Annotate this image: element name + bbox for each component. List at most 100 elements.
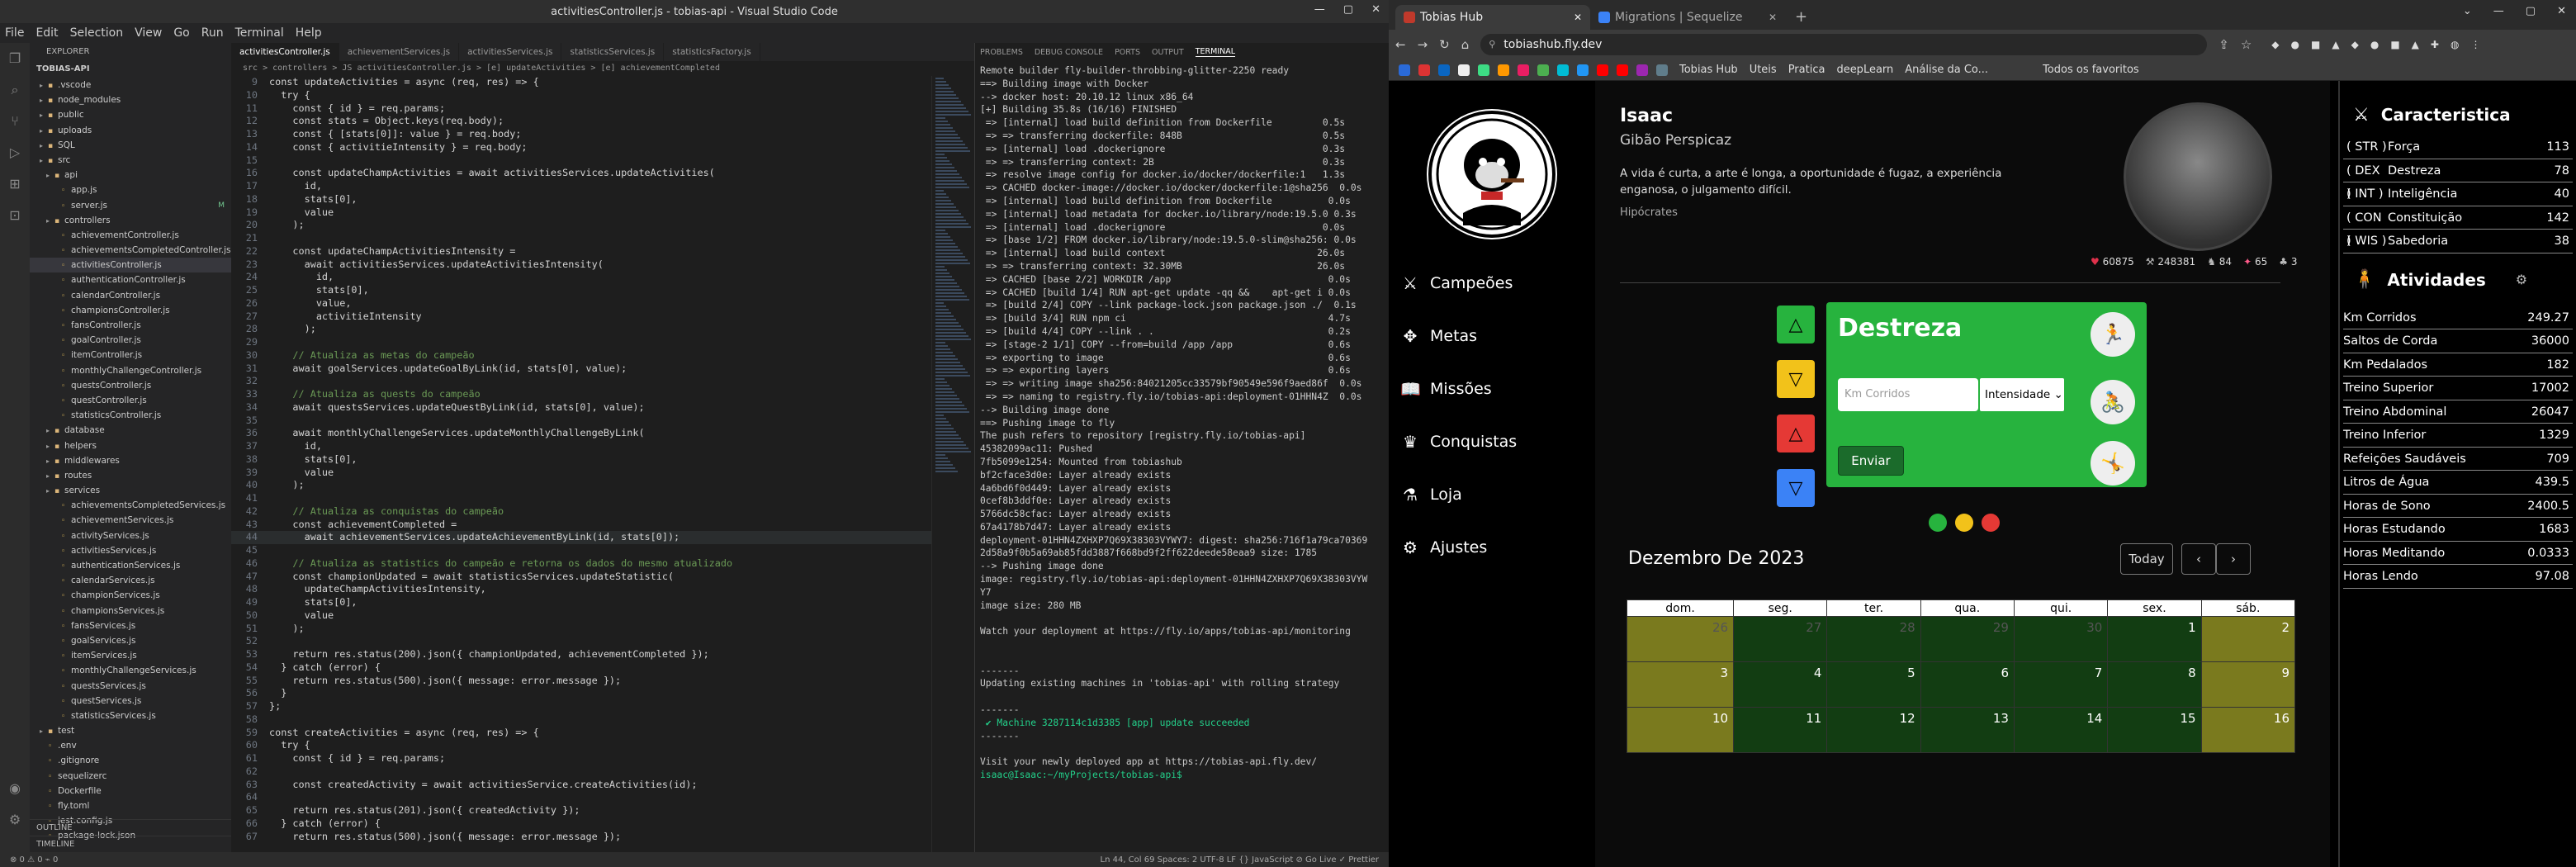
code-line[interactable]: 36 await monthlyChallengeServices.update… bbox=[231, 427, 974, 440]
menu-item-run[interactable]: Run bbox=[201, 26, 224, 40]
share-icon[interactable]: ⇪ bbox=[2218, 37, 2229, 52]
calendar-day[interactable]: 7 bbox=[2013, 661, 2109, 708]
extensions-icon[interactable]: ⊞ bbox=[0, 168, 30, 200]
bookmark-icon[interactable] bbox=[1399, 64, 1410, 76]
address-bar[interactable]: ⚲ tobiashub.fly.dev bbox=[1480, 34, 2208, 55]
close-icon[interactable]: ✕ bbox=[2557, 5, 2566, 17]
intensity-select[interactable]: Intensidade ⌄ bbox=[1980, 378, 2064, 411]
color-dot[interactable] bbox=[1982, 514, 2000, 532]
code-line[interactable]: 43 const achievementCompleted = bbox=[231, 519, 974, 532]
bookmark-icon[interactable] bbox=[1656, 64, 1668, 76]
tree-file[interactable]: ◦ fansController.js bbox=[30, 318, 231, 333]
tree-file[interactable]: ◦ activitiesController.js bbox=[30, 258, 231, 273]
attribute-button-3[interactable]: △ bbox=[1777, 415, 1815, 452]
tree-folder[interactable]: ▸ ▪ services bbox=[30, 483, 231, 498]
extension-icon[interactable]: ● bbox=[2291, 39, 2299, 50]
tree-folder[interactable]: ▸ ▪ api bbox=[30, 168, 231, 182]
code-line[interactable]: 31 await goalServices.updateGoalByLink(i… bbox=[231, 362, 974, 376]
panel-tab[interactable]: PROBLEMS bbox=[980, 48, 1023, 57]
code-line[interactable]: 40 ); bbox=[231, 479, 974, 492]
jump-rope-icon[interactable]: 🤸 bbox=[2091, 441, 2135, 486]
settings-gear-icon[interactable]: ⚙ bbox=[0, 804, 30, 836]
tree-folder[interactable]: ▸ ▪ uploads bbox=[30, 123, 231, 138]
back-icon[interactable]: ← bbox=[1395, 37, 1406, 52]
code-line[interactable]: 10 try { bbox=[231, 89, 974, 102]
calendar-day[interactable]: 4 bbox=[1733, 661, 1828, 708]
code-line[interactable]: 42 // Atualiza as conquistas do campeão bbox=[231, 505, 974, 519]
code-line[interactable]: 51 ); bbox=[231, 623, 974, 636]
tree-file[interactable]: ◦ statisticsController.js bbox=[30, 408, 231, 423]
minimize-icon[interactable]: — bbox=[1314, 3, 1325, 16]
tree-folder[interactable]: ▸ ▪ src bbox=[30, 153, 231, 168]
calendar-day[interactable]: 29 bbox=[1920, 616, 2015, 662]
code-line[interactable]: 19 value bbox=[231, 206, 974, 220]
calendar-day[interactable]: 8 bbox=[2107, 661, 2202, 708]
breadcrumb[interactable]: src > controllers > JS activitiesControl… bbox=[231, 61, 974, 76]
code-line[interactable]: 58 bbox=[231, 713, 974, 727]
project-folder[interactable]: TOBIAS-API bbox=[30, 61, 231, 78]
bookmark-icon[interactable] bbox=[1537, 64, 1549, 76]
code-line[interactable]: 53 return res.status(200).json({ champio… bbox=[231, 648, 974, 661]
km-input[interactable]: Km Corridos bbox=[1838, 378, 1978, 411]
tree-file[interactable]: ◦ monthlyChallengeController.js bbox=[30, 363, 231, 378]
menu-item-go[interactable]: Go bbox=[173, 26, 189, 40]
bookmark-icon[interactable] bbox=[1458, 64, 1470, 76]
tree-file[interactable]: ◦ championsController.js bbox=[30, 303, 231, 318]
tree-file[interactable]: ◦ server.js M bbox=[30, 198, 231, 213]
all-bookmarks[interactable]: Todos os favoritos bbox=[2043, 64, 2139, 76]
code-line[interactable]: 49 stats[0], bbox=[231, 596, 974, 609]
tree-folder[interactable]: ▸ ▪ test bbox=[30, 723, 231, 738]
calendar-day[interactable]: 15 bbox=[2107, 707, 2202, 753]
calendar-day[interactable]: 16 bbox=[2200, 707, 2296, 753]
tree-file[interactable]: ◦ championsServices.js bbox=[30, 604, 231, 618]
code-line[interactable]: 14 const { activitieIntensity } = req.bo… bbox=[231, 141, 974, 154]
close-tab-icon[interactable]: ✕ bbox=[1769, 5, 1777, 30]
code-line[interactable]: 21 bbox=[231, 232, 974, 245]
menu-item-edit[interactable]: Edit bbox=[36, 26, 58, 40]
bookmark-icon[interactable] bbox=[1498, 64, 1509, 76]
tree-file[interactable]: ◦ Dockerfile bbox=[30, 784, 231, 798]
account-icon[interactable]: ◉ bbox=[0, 773, 30, 804]
code-line[interactable]: 22 const updateChampActivitiesIntensity … bbox=[231, 245, 974, 258]
tree-file[interactable]: ◦ authenticationController.js bbox=[30, 272, 231, 287]
code-line[interactable]: 17 id, bbox=[231, 180, 974, 193]
editor-tab[interactable]: achievementServices.js bbox=[339, 43, 460, 61]
menu-item-view[interactable]: View bbox=[135, 26, 162, 40]
code-line[interactable]: 60 try { bbox=[231, 739, 974, 752]
tree-file[interactable]: ◦ itemController.js bbox=[30, 348, 231, 362]
bookmark-icon[interactable] bbox=[1597, 64, 1608, 76]
extension-icon[interactable]: ■ bbox=[2390, 39, 2399, 50]
code-line[interactable]: 20 ); bbox=[231, 219, 974, 232]
tree-folder[interactable]: ▸ ▪ helpers bbox=[30, 438, 231, 453]
maximize-icon[interactable]: ▢ bbox=[2526, 5, 2536, 17]
code-line[interactable]: 27 activitieIntensity bbox=[231, 310, 974, 324]
puzzle-icon[interactable]: ✚ bbox=[2431, 39, 2439, 50]
tree-file[interactable]: ◦ goalServices.js bbox=[30, 633, 231, 648]
tree-file[interactable]: ◦ activitiesServices.js bbox=[30, 543, 231, 558]
submit-button[interactable]: Enviar bbox=[1838, 446, 1904, 476]
explorer-icon[interactable]: ❐ bbox=[0, 43, 30, 74]
tree-folder[interactable]: ▸ ▪ .vscode bbox=[30, 78, 231, 92]
bookmark-icon[interactable] bbox=[1617, 64, 1628, 76]
code-line[interactable]: 9 const updateActivities = async (req, re… bbox=[231, 76, 974, 89]
code-line[interactable]: 55 return res.status(500).json({ message… bbox=[231, 675, 974, 688]
tree-folder[interactable]: ▸ ▪ database bbox=[30, 423, 231, 438]
avatar[interactable] bbox=[2124, 102, 2272, 251]
code-line[interactable]: 12 const stats = Object.keys(req.body); bbox=[231, 115, 974, 128]
code-line[interactable]: 46 // Atualiza as statistics do campeão … bbox=[231, 557, 974, 571]
remote-icon[interactable]: ⊡ bbox=[0, 200, 30, 231]
code-line[interactable]: 39 value bbox=[231, 467, 974, 480]
tree-folder[interactable]: ▸ ▪ middlewares bbox=[30, 453, 231, 468]
tree-file[interactable]: ◦ goalController.js bbox=[30, 333, 231, 348]
tab-search-icon[interactable]: ⌄ bbox=[2463, 5, 2472, 17]
minimize-icon[interactable]: — bbox=[2493, 5, 2504, 17]
tree-file[interactable]: ◦ monthlyChallengeServices.js bbox=[30, 663, 231, 678]
tree-file[interactable]: ◦ questsController.js bbox=[30, 378, 231, 393]
forward-icon[interactable]: → bbox=[1418, 37, 1428, 52]
bookmark-icon[interactable] bbox=[1577, 64, 1589, 76]
code-line[interactable]: 25 stats[0], bbox=[231, 284, 974, 297]
code-line[interactable]: 66 } catch (error) { bbox=[231, 817, 974, 831]
bookmark-analise[interactable]: Análise da Co... bbox=[1905, 64, 1988, 76]
reload-icon[interactable]: ↻ bbox=[1439, 37, 1450, 52]
code-line[interactable]: 26 value, bbox=[231, 297, 974, 310]
